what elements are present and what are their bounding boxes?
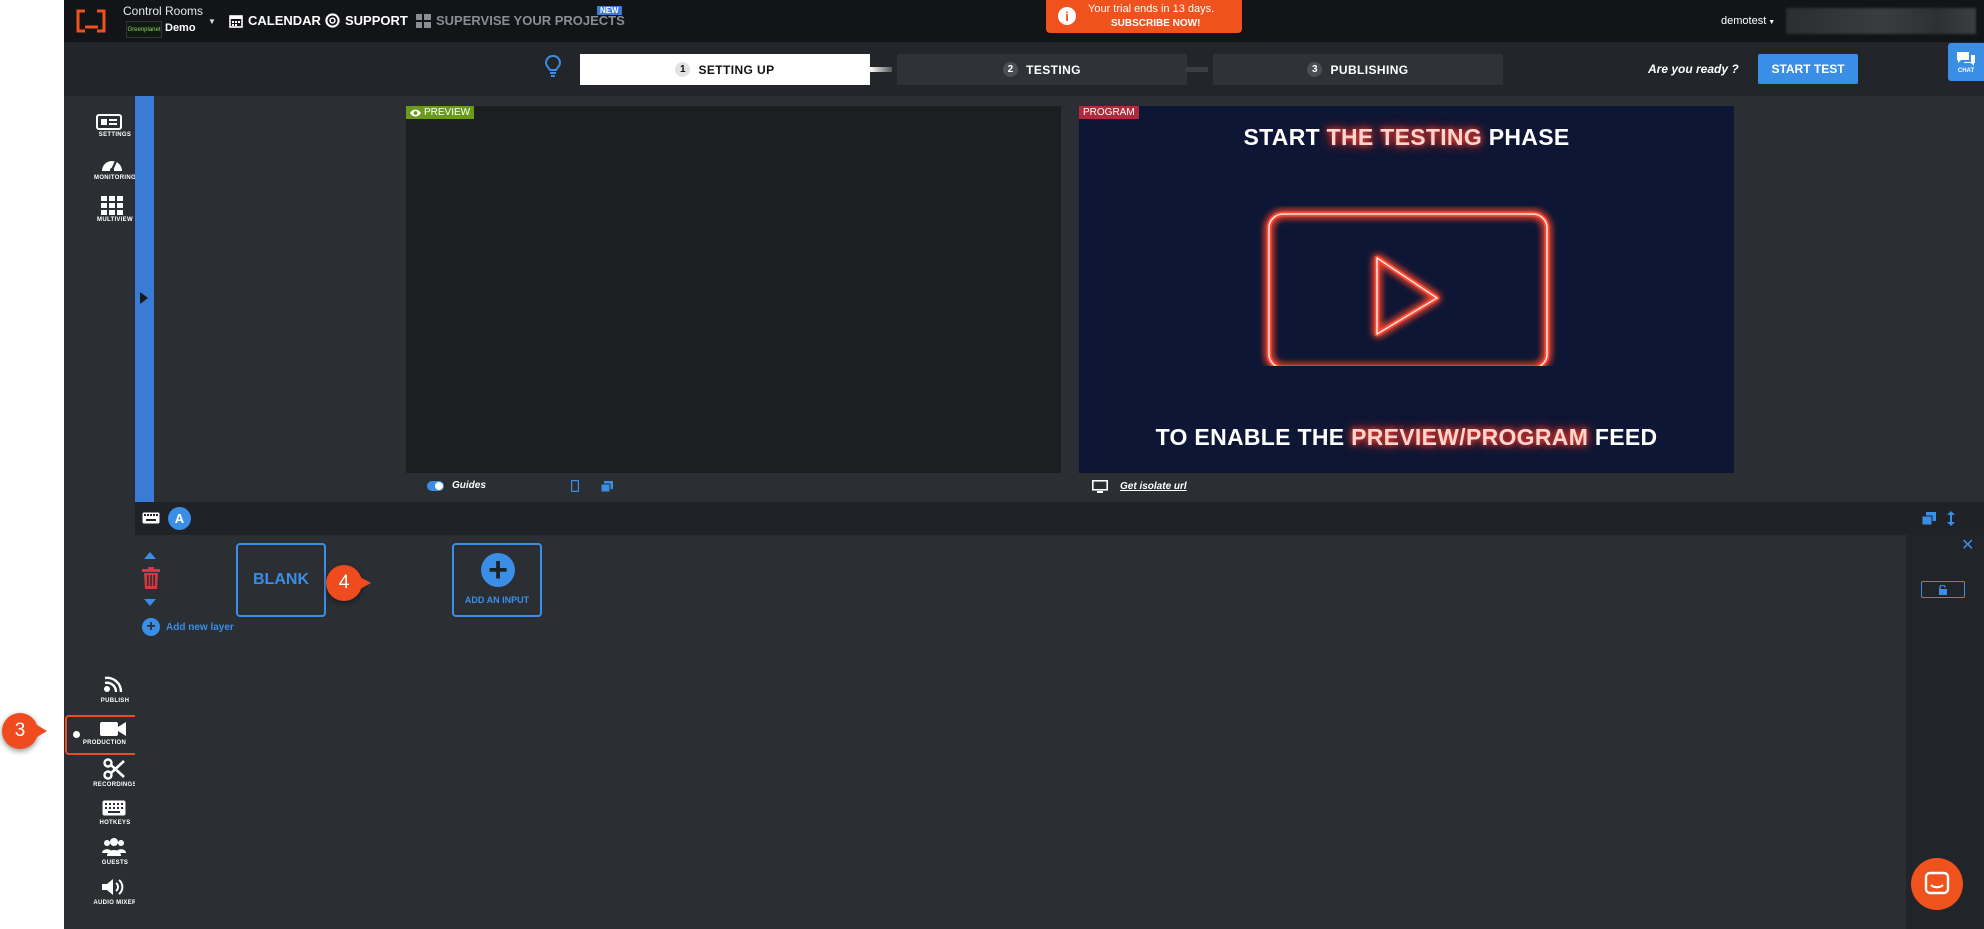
dashboard-icon	[416, 13, 431, 28]
sidebar-item-audio-mixer[interactable]: AUDIO MIXER	[78, 877, 136, 909]
eye-icon	[410, 109, 421, 116]
step-setting-up[interactable]: 1 SETTING UP	[580, 54, 870, 85]
add-input-tile[interactable]: + ADD AN INPUT	[452, 543, 542, 617]
toggle-switch[interactable]	[427, 480, 444, 491]
duplicate-icon[interactable]	[1922, 512, 1936, 525]
chevron-right-icon	[140, 292, 148, 304]
trial-banner[interactable]: i Your trial ends in 13 days. SUBSCRIBE …	[1046, 0, 1242, 33]
layers-panel: BLANK + Add new layer + ADD AN INPUT	[135, 535, 1979, 929]
layers-toolbar: A	[135, 502, 1984, 535]
lock-toggle[interactable]	[1921, 581, 1965, 598]
sidebar-item-multiview[interactable]: MULTIVIEW	[78, 196, 133, 226]
workspace-title[interactable]: Control Rooms	[123, 4, 203, 18]
subscribe-link[interactable]: SUBSCRIBE NOW!	[1111, 18, 1200, 29]
sidebar-item-publish[interactable]: PUBLISH	[78, 674, 130, 706]
preview-monitor[interactable]	[406, 106, 1061, 473]
steps-bar: 1 SETTING UP 2 TESTING 3 PUBLISHING Are …	[64, 42, 1984, 96]
top-bar: Control Rooms Greenplanet Demo ▼ CALENDA…	[64, 0, 1984, 42]
unlock-icon	[1939, 584, 1947, 595]
users-icon	[102, 838, 126, 856]
lifebuoy-icon	[325, 13, 340, 28]
sidebar-item-recordings[interactable]: RECORDINGS	[78, 758, 137, 790]
left-sidebar: SETTINGS MONITORING MULTIVIEW PUBLISH PR…	[64, 96, 144, 929]
plus-circle-icon: +	[142, 618, 160, 636]
guides-toggle[interactable]: Guides	[427, 480, 486, 491]
calendar-button[interactable]: CALENDAR	[229, 13, 321, 28]
resize-vertical-icon[interactable]	[1947, 511, 1955, 526]
sidebar-collapse-bar[interactable]	[135, 96, 154, 502]
chevron-down-icon: ▼	[1768, 19, 1776, 26]
neon-play-icon	[1266, 211, 1550, 366]
preview-tag: PREVIEW	[406, 106, 475, 119]
support-chat-launcher[interactable]	[1911, 858, 1963, 910]
scissors-icon	[103, 758, 125, 780]
callout-pointer	[37, 725, 47, 737]
new-badge: NEW	[597, 6, 622, 15]
program-tag: PROGRAM	[1079, 106, 1139, 119]
trash-icon[interactable]	[142, 567, 160, 589]
mobile-icon[interactable]	[571, 480, 579, 492]
room-dropdown-icon[interactable]: ▼	[208, 17, 216, 26]
chat-bubble-icon	[1924, 871, 1950, 895]
gauge-icon	[102, 160, 122, 172]
settings-icon	[96, 114, 122, 130]
callout-step-3: 3	[2, 713, 38, 749]
isolate-url-link[interactable]: Get isolate url	[1092, 480, 1187, 493]
monitor-icon	[1092, 480, 1108, 493]
app-window: Control Rooms Greenplanet Demo ▼ CALENDA…	[64, 0, 1984, 929]
support-button[interactable]: SUPPORT	[325, 13, 408, 28]
step-connector	[870, 67, 892, 72]
trial-message: Your trial ends in 13 days.	[1088, 3, 1215, 15]
chat-button[interactable]: CHAT	[1948, 43, 1984, 81]
sidebar-item-guests[interactable]: GUESTS	[78, 837, 130, 869]
info-icon: i	[1058, 7, 1076, 25]
video-camera-icon	[100, 722, 126, 736]
close-icon[interactable]: ✕	[1961, 535, 1974, 555]
sidebar-item-production[interactable]: PRODUCTION	[65, 715, 144, 755]
calendar-icon	[229, 14, 243, 28]
blank-source-tile[interactable]: BLANK	[236, 543, 326, 617]
room-name[interactable]: Demo	[165, 22, 196, 34]
grid-icon	[101, 196, 123, 215]
program-headline: START THE TESTING PHASE	[1243, 124, 1570, 150]
org-logo: Greenplanet	[126, 21, 162, 38]
active-dot	[73, 731, 80, 738]
sidebar-item-hotkeys[interactable]: HOTKEYS	[78, 798, 130, 830]
step-publishing[interactable]: 3 PUBLISHING	[1213, 54, 1503, 85]
scene-a-button[interactable]: A	[168, 507, 191, 530]
plus-circle-icon: +	[481, 553, 515, 587]
callout-pointer	[360, 577, 371, 589]
step-testing[interactable]: 2 TESTING	[897, 54, 1187, 85]
start-test-button[interactable]: START TEST	[1758, 54, 1858, 84]
copy-layers-icon[interactable]	[601, 481, 613, 492]
program-monitor[interactable]: START THE TESTING PHASE TO ENABLE THE PR…	[1079, 106, 1734, 473]
keyboard-icon[interactable]	[142, 512, 160, 524]
app-logo-icon[interactable]	[76, 9, 106, 33]
step-connector	[1186, 67, 1208, 72]
layer-down-icon[interactable]	[144, 599, 156, 606]
sidebar-item-settings[interactable]: SETTINGS	[78, 114, 131, 142]
broadcast-icon	[104, 676, 123, 693]
speaker-icon	[102, 879, 124, 895]
keyboard-icon	[102, 800, 126, 816]
sidebar-item-monitoring[interactable]: MONITORING	[78, 155, 136, 185]
add-new-layer-button[interactable]: + Add new layer	[142, 618, 234, 636]
account-info-blurred	[1786, 8, 1976, 34]
chat-icon	[1957, 52, 1975, 66]
layer-up-icon[interactable]	[144, 552, 156, 559]
callout-step-4-marker: 4	[326, 565, 362, 601]
lightbulb-icon[interactable]	[544, 54, 562, 83]
stage-area: PREVIEW Guides START THE TESTING PHASE T…	[154, 96, 1984, 502]
program-footer: TO ENABLE THE PREVIEW/PROGRAM FEED	[1155, 424, 1658, 450]
supervise-projects-button[interactable]: SUPERVISE YOUR PROJECTS	[416, 13, 625, 28]
ready-question: Are you ready ?	[1648, 62, 1739, 76]
user-menu[interactable]: demotest ▼	[1721, 15, 1775, 27]
